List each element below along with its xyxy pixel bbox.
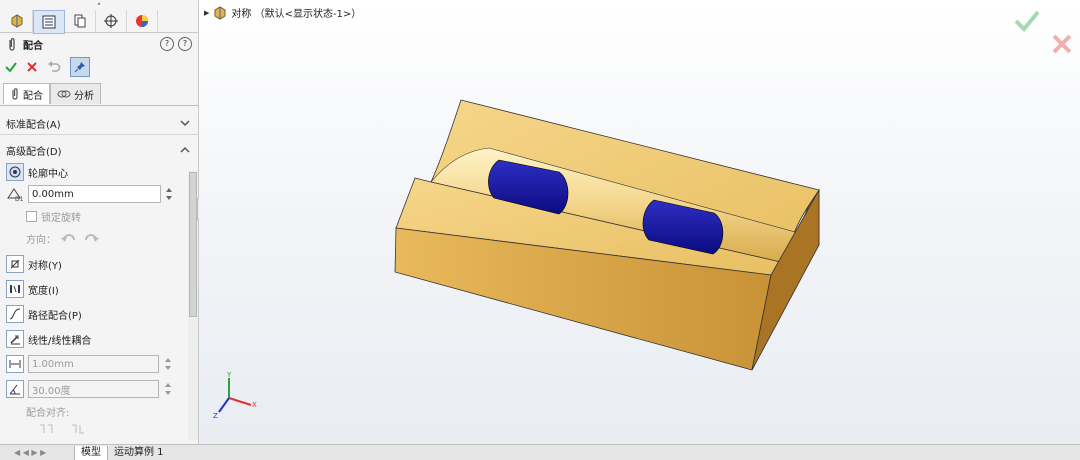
block-part[interactable] bbox=[394, 99, 820, 371]
tab-mates[interactable]: 配合 bbox=[3, 83, 50, 104]
coordinate-triad: Y X Z bbox=[213, 371, 257, 420]
tab-display-manager[interactable] bbox=[127, 10, 158, 32]
manager-tabs bbox=[0, 10, 198, 34]
chevron-down-icon[interactable] bbox=[180, 119, 190, 127]
spin-arrows-icon[interactable] bbox=[165, 186, 173, 202]
mate-alignment-label: 配合对齐: bbox=[26, 407, 70, 419]
lock-rotation-row: 锁定旋转 bbox=[0, 205, 198, 227]
linear-coupler-button[interactable] bbox=[6, 330, 24, 348]
path-mate-button[interactable] bbox=[6, 305, 24, 323]
tab-configuration-manager[interactable] bbox=[65, 10, 96, 32]
svg-text:Y: Y bbox=[226, 371, 232, 379]
lock-rotation-checkbox[interactable] bbox=[26, 210, 37, 222]
symmetric-option[interactable]: 对称(Y) bbox=[0, 253, 198, 275]
anti-aligned-icon[interactable] bbox=[70, 423, 86, 435]
tab-motion-study[interactable]: 运动算例 1 bbox=[107, 445, 170, 460]
graphics-area[interactable]: ▶ 对称 （默认<显示状态-1>） Y X Z bbox=[199, 0, 1080, 444]
bottom-tab-bar: ◀ ◀ ▶ ▶ 模型 运动算例 1 bbox=[0, 444, 1080, 460]
linear-coupler-option[interactable]: 线性/线性耦合 bbox=[0, 328, 198, 350]
angle-input[interactable]: 30.00度 bbox=[28, 380, 159, 398]
distance-value: 1.00mm bbox=[32, 358, 74, 370]
svg-text:Z: Z bbox=[213, 412, 218, 420]
panel-grip[interactable]: • bbox=[0, 0, 198, 10]
advanced-mates-label: 高级配合(D) bbox=[6, 146, 62, 158]
advanced-mates-section[interactable]: 高级配合(D) bbox=[0, 139, 198, 161]
chain-link-icon bbox=[57, 90, 71, 98]
offset-distance-icon: D1 bbox=[7, 188, 24, 202]
configuration-icon bbox=[74, 14, 86, 28]
distance-row: 1.00mm bbox=[0, 353, 198, 375]
action-row bbox=[0, 55, 198, 79]
profile-center-icon bbox=[9, 166, 21, 178]
aligned-icon[interactable] bbox=[38, 423, 54, 435]
mate-header: 配合 ? ? bbox=[0, 33, 198, 55]
path-curve-icon bbox=[9, 308, 21, 320]
feature-tree-icon bbox=[11, 14, 23, 28]
symmetric-icon bbox=[10, 259, 20, 269]
tab-nav-arrows-icon[interactable]: ◀ ◀ ▶ ▶ bbox=[0, 448, 74, 457]
pin-button[interactable] bbox=[70, 57, 90, 77]
tab-property-manager[interactable] bbox=[33, 10, 65, 34]
page-title: 配合 bbox=[23, 40, 43, 52]
angle-value: 30.00度 bbox=[32, 385, 71, 397]
symmetric-label: 对称(Y) bbox=[28, 260, 62, 272]
mate-subtabs: 配合 分析 bbox=[0, 83, 198, 106]
help-topic-icon[interactable]: ? bbox=[178, 37, 192, 51]
offset-value: 0.00mm bbox=[32, 188, 74, 200]
tab-mates-label: 配合 bbox=[23, 90, 43, 102]
distance-icon-box bbox=[6, 355, 24, 373]
width-button[interactable] bbox=[6, 280, 24, 298]
crosshair-icon bbox=[104, 14, 118, 28]
width-option[interactable]: 宽度(I) bbox=[0, 278, 198, 300]
svg-text:X: X bbox=[252, 401, 257, 409]
help-icon[interactable]: ? bbox=[160, 37, 174, 51]
tab-model[interactable]: 模型 bbox=[74, 445, 107, 460]
direction-row: 方向： bbox=[0, 227, 198, 249]
paperclip-icon bbox=[9, 38, 15, 51]
angle-icon bbox=[9, 384, 20, 395]
tab-analysis[interactable]: 分析 bbox=[50, 83, 101, 104]
spin-arrows-icon[interactable] bbox=[163, 356, 173, 372]
path-mate-label: 路径配合(P) bbox=[28, 310, 82, 322]
cancel-x-icon[interactable] bbox=[26, 61, 38, 73]
width-icon bbox=[10, 285, 20, 293]
display-pie-icon bbox=[136, 15, 148, 27]
property-manager: • 配合 ? ? 配合 分析 标准配合(A) 高级配合(D) 轮廓中心 D1 0… bbox=[0, 0, 199, 459]
paperclip-icon bbox=[12, 88, 18, 100]
property-list-icon bbox=[42, 15, 56, 29]
angle-row: 30.00度 bbox=[0, 378, 198, 400]
tab-analysis-label: 分析 bbox=[74, 90, 94, 102]
profile-center-button[interactable] bbox=[6, 163, 24, 181]
distance-icon bbox=[9, 360, 21, 368]
spin-arrows-icon[interactable] bbox=[163, 381, 173, 397]
mate-alignment-row: 配合对齐: bbox=[0, 400, 198, 422]
profile-center-option[interactable]: 轮廓中心 bbox=[0, 161, 198, 183]
rotate-cw-icon[interactable] bbox=[82, 231, 100, 245]
path-mate-option[interactable]: 路径配合(P) bbox=[0, 303, 198, 325]
linear-coupler-label: 线性/线性耦合 bbox=[28, 335, 92, 347]
tab-dimxpert[interactable] bbox=[96, 10, 127, 32]
profile-center-label: 轮廓中心 bbox=[28, 168, 68, 180]
model-view[interactable]: Y X Z bbox=[199, 0, 1080, 444]
svg-text:D1: D1 bbox=[15, 196, 24, 202]
width-label: 宽度(I) bbox=[28, 285, 59, 297]
linear-coupler-icon bbox=[10, 335, 20, 345]
chevron-up-icon[interactable] bbox=[180, 146, 190, 154]
standard-mates-section[interactable]: 标准配合(A) bbox=[0, 112, 198, 135]
direction-label: 方向： bbox=[26, 234, 56, 246]
distance-input[interactable]: 1.00mm bbox=[28, 355, 159, 373]
alignment-buttons bbox=[0, 422, 198, 436]
tab-feature-manager[interactable] bbox=[2, 10, 33, 32]
rotate-ccw-icon[interactable] bbox=[60, 231, 78, 245]
offset-row: D1 0.00mm bbox=[0, 183, 198, 205]
ok-check-icon[interactable] bbox=[4, 60, 18, 74]
offset-input[interactable]: 0.00mm bbox=[28, 185, 161, 203]
lock-rotation-label: 锁定旋转 bbox=[41, 212, 81, 224]
pushpin-icon bbox=[74, 62, 85, 73]
scrollbar-thumb[interactable] bbox=[189, 172, 197, 317]
angle-icon-box bbox=[6, 380, 24, 398]
standard-mates-label: 标准配合(A) bbox=[6, 119, 61, 131]
undo-icon[interactable] bbox=[46, 60, 62, 74]
symmetric-button[interactable] bbox=[6, 255, 24, 273]
